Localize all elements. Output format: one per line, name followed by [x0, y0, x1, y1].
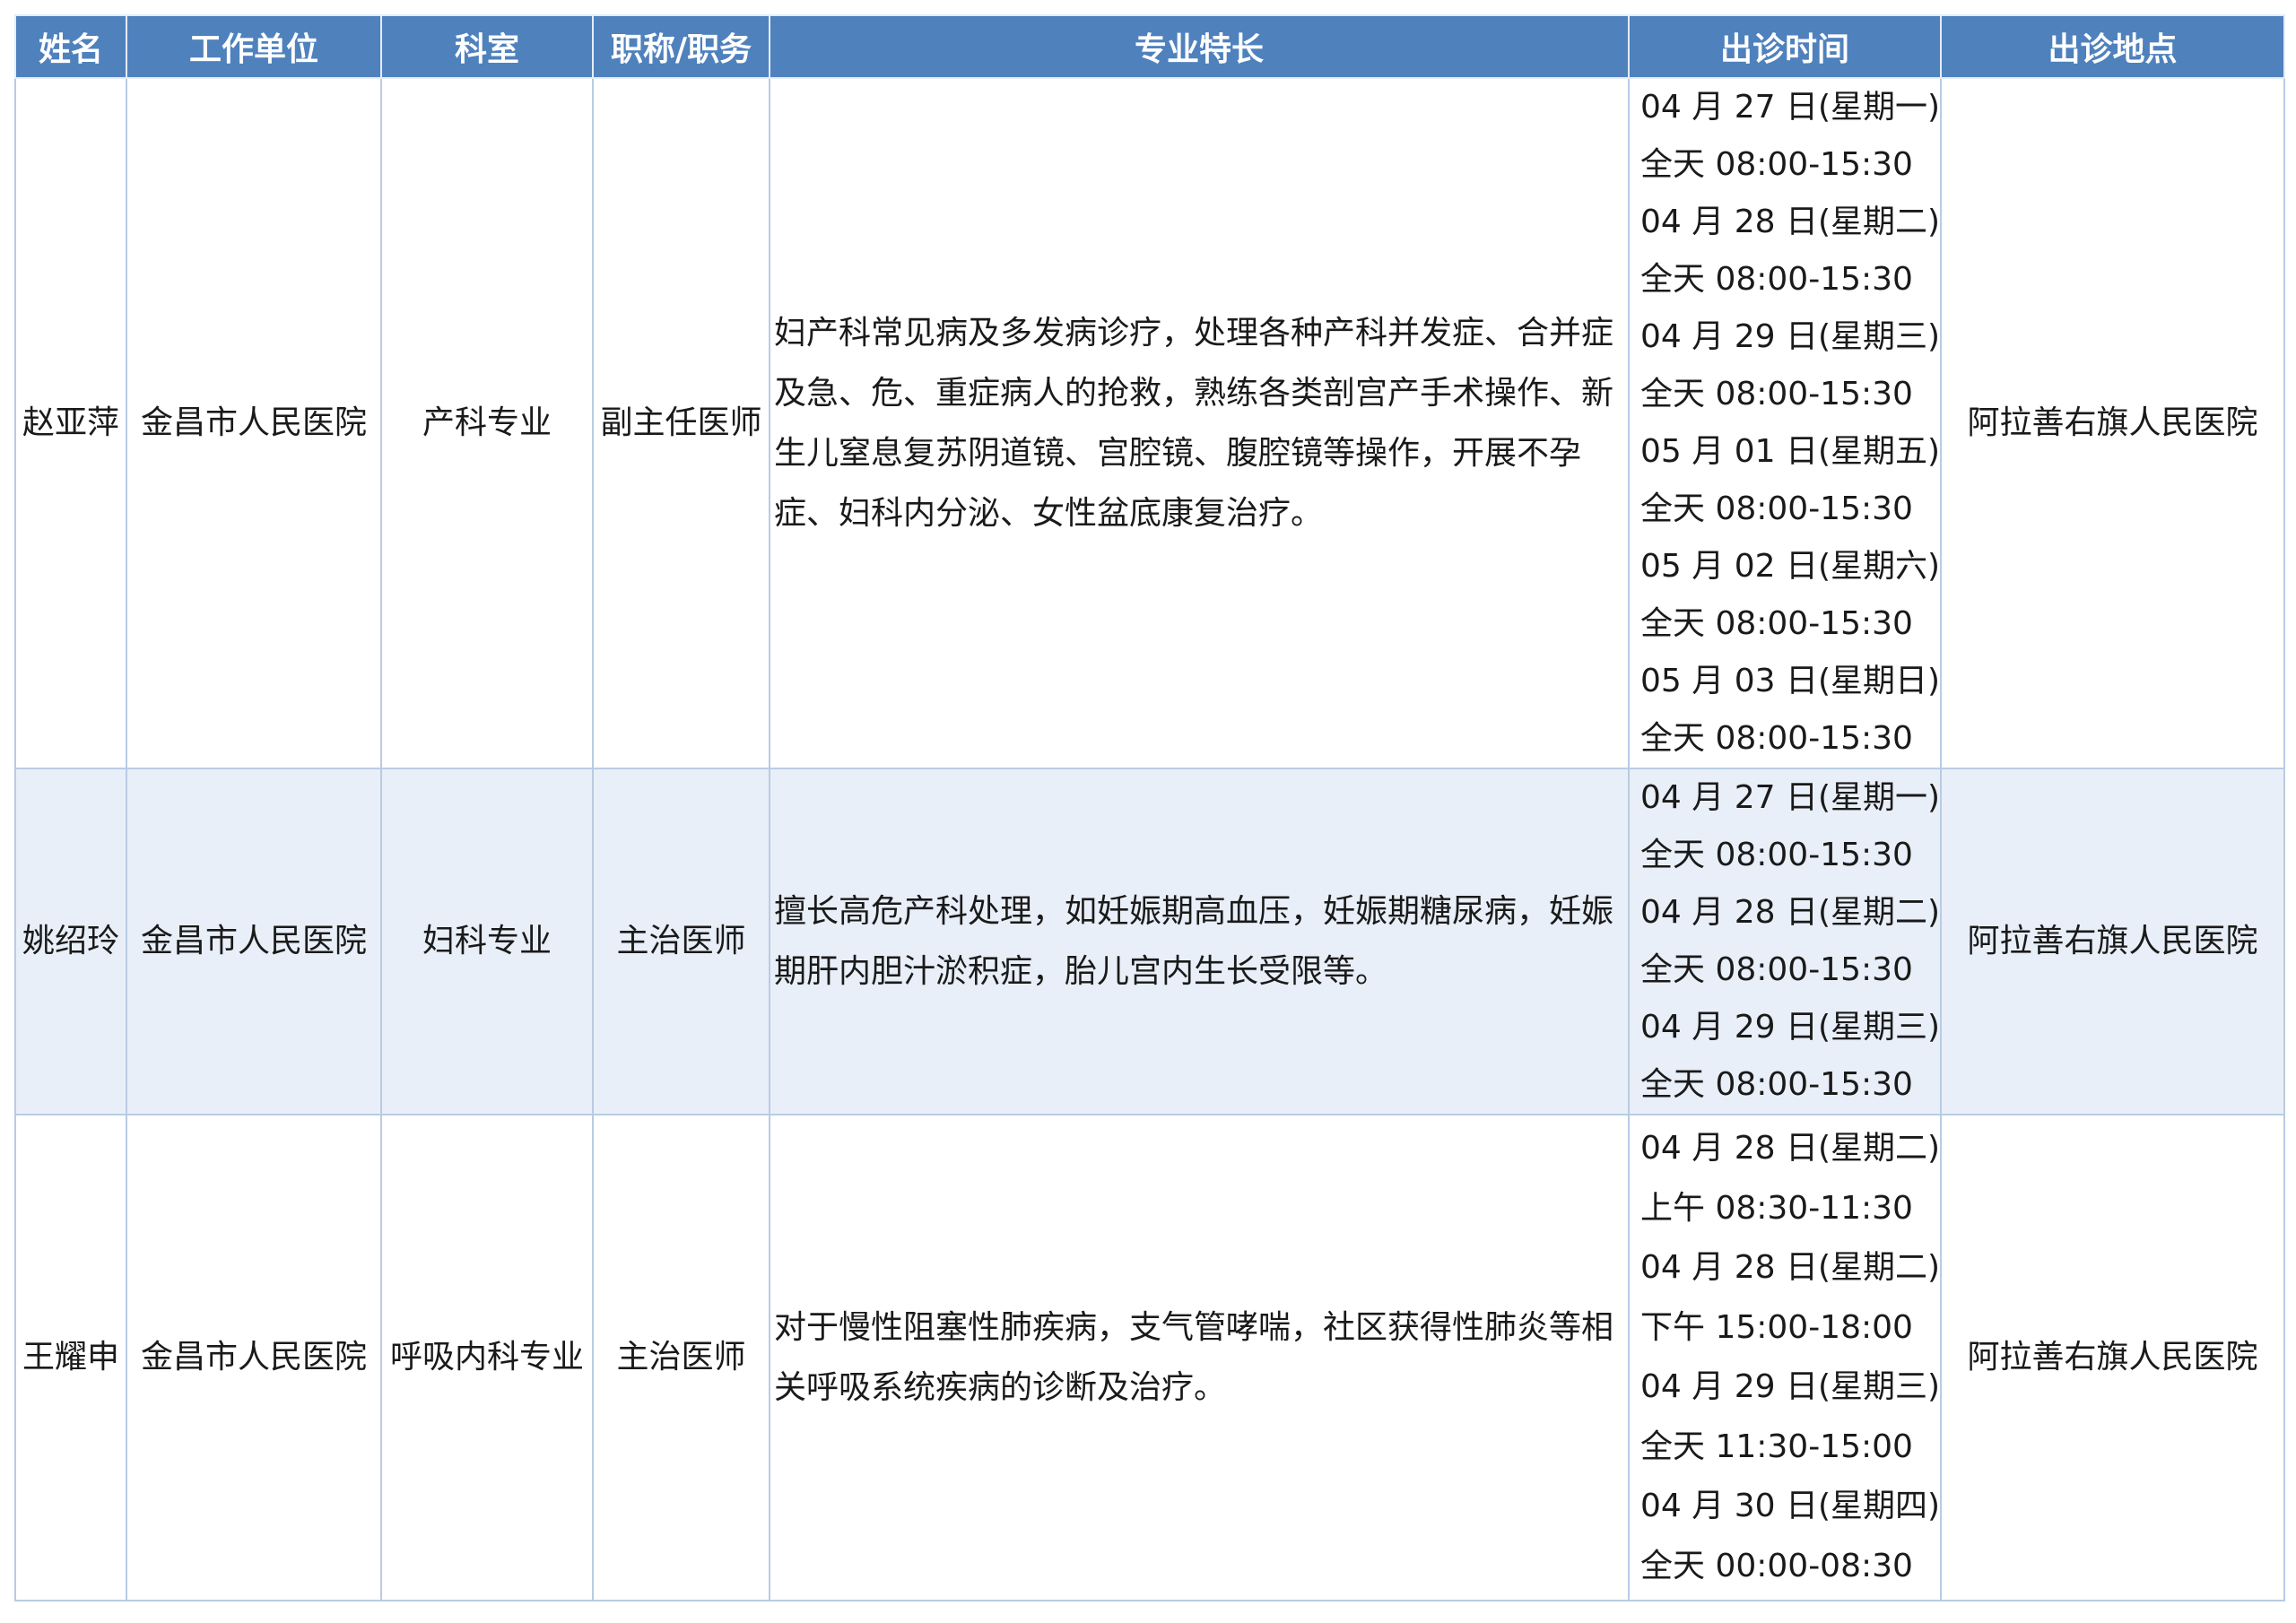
cell-name[interactable]: 姚绍玲 [14, 768, 127, 1115]
header-row: 姓名 工作单位 科室 职称/职务 专业特长 出诊时间 出诊地点 [14, 14, 2285, 79]
cell-dept[interactable]: 呼吸内科专业 [380, 1114, 594, 1601]
cell-specialty[interactable]: 对于慢性阻塞性肺疾病，支气管哮喘，社区获得性肺炎等相 关呼吸系统疾病的诊断及治疗… [769, 1114, 1630, 1601]
specialty-line: 生儿窒息复苏阴道镜、宫腔镜、腹腔镜等操作，开展不孕 [774, 435, 1582, 472]
time-line: 04 月 28 日(星期二) [1640, 1249, 1941, 1286]
time-line: 05 月 02 日(星期六) [1640, 548, 1941, 585]
time-line: 全天 08:00-15:30 [1640, 490, 1913, 527]
time-line: 04 月 29 日(星期三) [1640, 1009, 1941, 1046]
time-line: 全天 08:00-15:30 [1640, 837, 1913, 873]
spreadsheet-page: 姓名 工作单位 科室 职称/职务 专业特长 出诊时间 出诊地点 赵亚萍 金昌市人… [0, 0, 2296, 1623]
specialty-line: 擅长高危产科处理，如妊娠期高血压，妊娠期糖尿病，妊娠 [774, 893, 1614, 930]
time-line: 04 月 27 日(星期一) [1640, 779, 1941, 816]
cell-location[interactable]: 阿拉善右旗人民医院 [1940, 768, 2285, 1115]
table-row: 王耀申 金昌市人民医院 呼吸内科专业 主治医师 对于慢性阻塞性肺疾病，支气管哮喘… [14, 1114, 2285, 1601]
time-line: 04 月 29 日(星期三) [1640, 1368, 1941, 1405]
time-line: 04 月 29 日(星期三) [1640, 318, 1941, 355]
time-line: 全天 08:00-15:30 [1640, 720, 1913, 757]
specialty-line: 妇产科常见病及多发病诊疗，处理各种产科并发症、合并症 [774, 315, 1614, 352]
time-line: 全天 08:00-15:30 [1640, 951, 1913, 988]
cell-dept[interactable]: 妇科专业 [380, 768, 594, 1115]
specialty-line: 关呼吸系统疾病的诊断及治疗。 [774, 1369, 1227, 1406]
cell-title[interactable]: 主治医师 [592, 768, 770, 1115]
header-unit[interactable]: 工作单位 [126, 14, 382, 79]
cell-time[interactable]: 04 月 28 日(星期二) 上午 08:30-11:30 04 月 28 日(… [1628, 1114, 1942, 1601]
header-name[interactable]: 姓名 [14, 14, 127, 79]
table-row: 姚绍玲 金昌市人民医院 妇科专业 主治医师 擅长高危产科处理，如妊娠期高血压，妊… [14, 768, 2285, 1115]
cell-unit[interactable]: 金昌市人民医院 [126, 1114, 382, 1601]
cell-location[interactable]: 阿拉善右旗人民医院 [1940, 1114, 2285, 1601]
time-line: 全天 08:00-15:30 [1640, 146, 1913, 183]
time-line: 04 月 28 日(星期二) [1640, 894, 1941, 931]
header-title[interactable]: 职称/职务 [592, 14, 770, 79]
specialty-line: 及急、危、重症病人的抢救，熟练各类剖宫产手术操作、新 [774, 375, 1614, 412]
specialty-line: 症、妇科内分泌、女性盆底康复治疗。 [774, 495, 1324, 532]
time-line: 04 月 30 日(星期四) [1640, 1488, 1941, 1524]
cell-title[interactable]: 副主任医师 [592, 77, 770, 769]
cell-unit[interactable]: 金昌市人民医院 [126, 768, 382, 1115]
time-line: 04 月 27 日(星期一) [1640, 89, 1941, 126]
doctor-schedule-table: 姓名 工作单位 科室 职称/职务 专业特长 出诊时间 出诊地点 赵亚萍 金昌市人… [14, 14, 2285, 1601]
time-line: 04 月 28 日(星期二) [1640, 1130, 1941, 1167]
cell-unit[interactable]: 金昌市人民医院 [126, 77, 382, 769]
cell-location[interactable]: 阿拉善右旗人民医院 [1940, 77, 2285, 769]
header-specialty[interactable]: 专业特长 [769, 14, 1630, 79]
cell-specialty[interactable]: 擅长高危产科处理，如妊娠期高血压，妊娠期糖尿病，妊娠 期肝内胆汁淤积症，胎儿宫内… [769, 768, 1630, 1115]
table-row: 赵亚萍 金昌市人民医院 产科专业 副主任医师 妇产科常见病及多发病诊疗，处理各种… [14, 77, 2285, 769]
header-time[interactable]: 出诊时间 [1628, 14, 1942, 79]
cell-time[interactable]: 04 月 27 日(星期一) 全天 08:00-15:30 04 月 28 日(… [1628, 768, 1942, 1115]
specialty-line: 期肝内胆汁淤积症，胎儿宫内生长受限等。 [774, 953, 1388, 990]
time-line: 05 月 01 日(星期五) [1640, 433, 1941, 470]
cell-time[interactable]: 04 月 27 日(星期一) 全天 08:00-15:30 04 月 28 日(… [1628, 77, 1942, 769]
time-line: 上午 08:30-11:30 [1640, 1189, 1913, 1227]
cell-dept[interactable]: 产科专业 [380, 77, 594, 769]
time-line: 全天 08:00-15:30 [1640, 261, 1913, 298]
time-line: 全天 11:30-15:00 [1640, 1428, 1913, 1465]
time-line: 全天 08:00-15:30 [1640, 605, 1913, 642]
cell-specialty[interactable]: 妇产科常见病及多发病诊疗，处理各种产科并发症、合并症 及急、危、重症病人的抢救，… [769, 77, 1630, 769]
header-location[interactable]: 出诊地点 [1940, 14, 2285, 79]
cell-name[interactable]: 赵亚萍 [14, 77, 127, 769]
time-line: 下午 15:00-18:00 [1640, 1308, 1913, 1346]
time-line: 04 月 28 日(星期二) [1640, 204, 1941, 240]
time-line: 全天 08:00-15:30 [1640, 1066, 1913, 1103]
specialty-line: 对于慢性阻塞性肺疾病，支气管哮喘，社区获得性肺炎等相 [774, 1309, 1614, 1346]
cell-title[interactable]: 主治医师 [592, 1114, 770, 1601]
time-line: 05 月 03 日(星期日) [1640, 663, 1941, 699]
time-line: 全天 00:00-08:30 [1640, 1547, 1913, 1584]
time-line: 全天 08:00-15:30 [1640, 376, 1913, 412]
header-dept[interactable]: 科室 [380, 14, 594, 79]
cell-name[interactable]: 王耀申 [14, 1114, 127, 1601]
